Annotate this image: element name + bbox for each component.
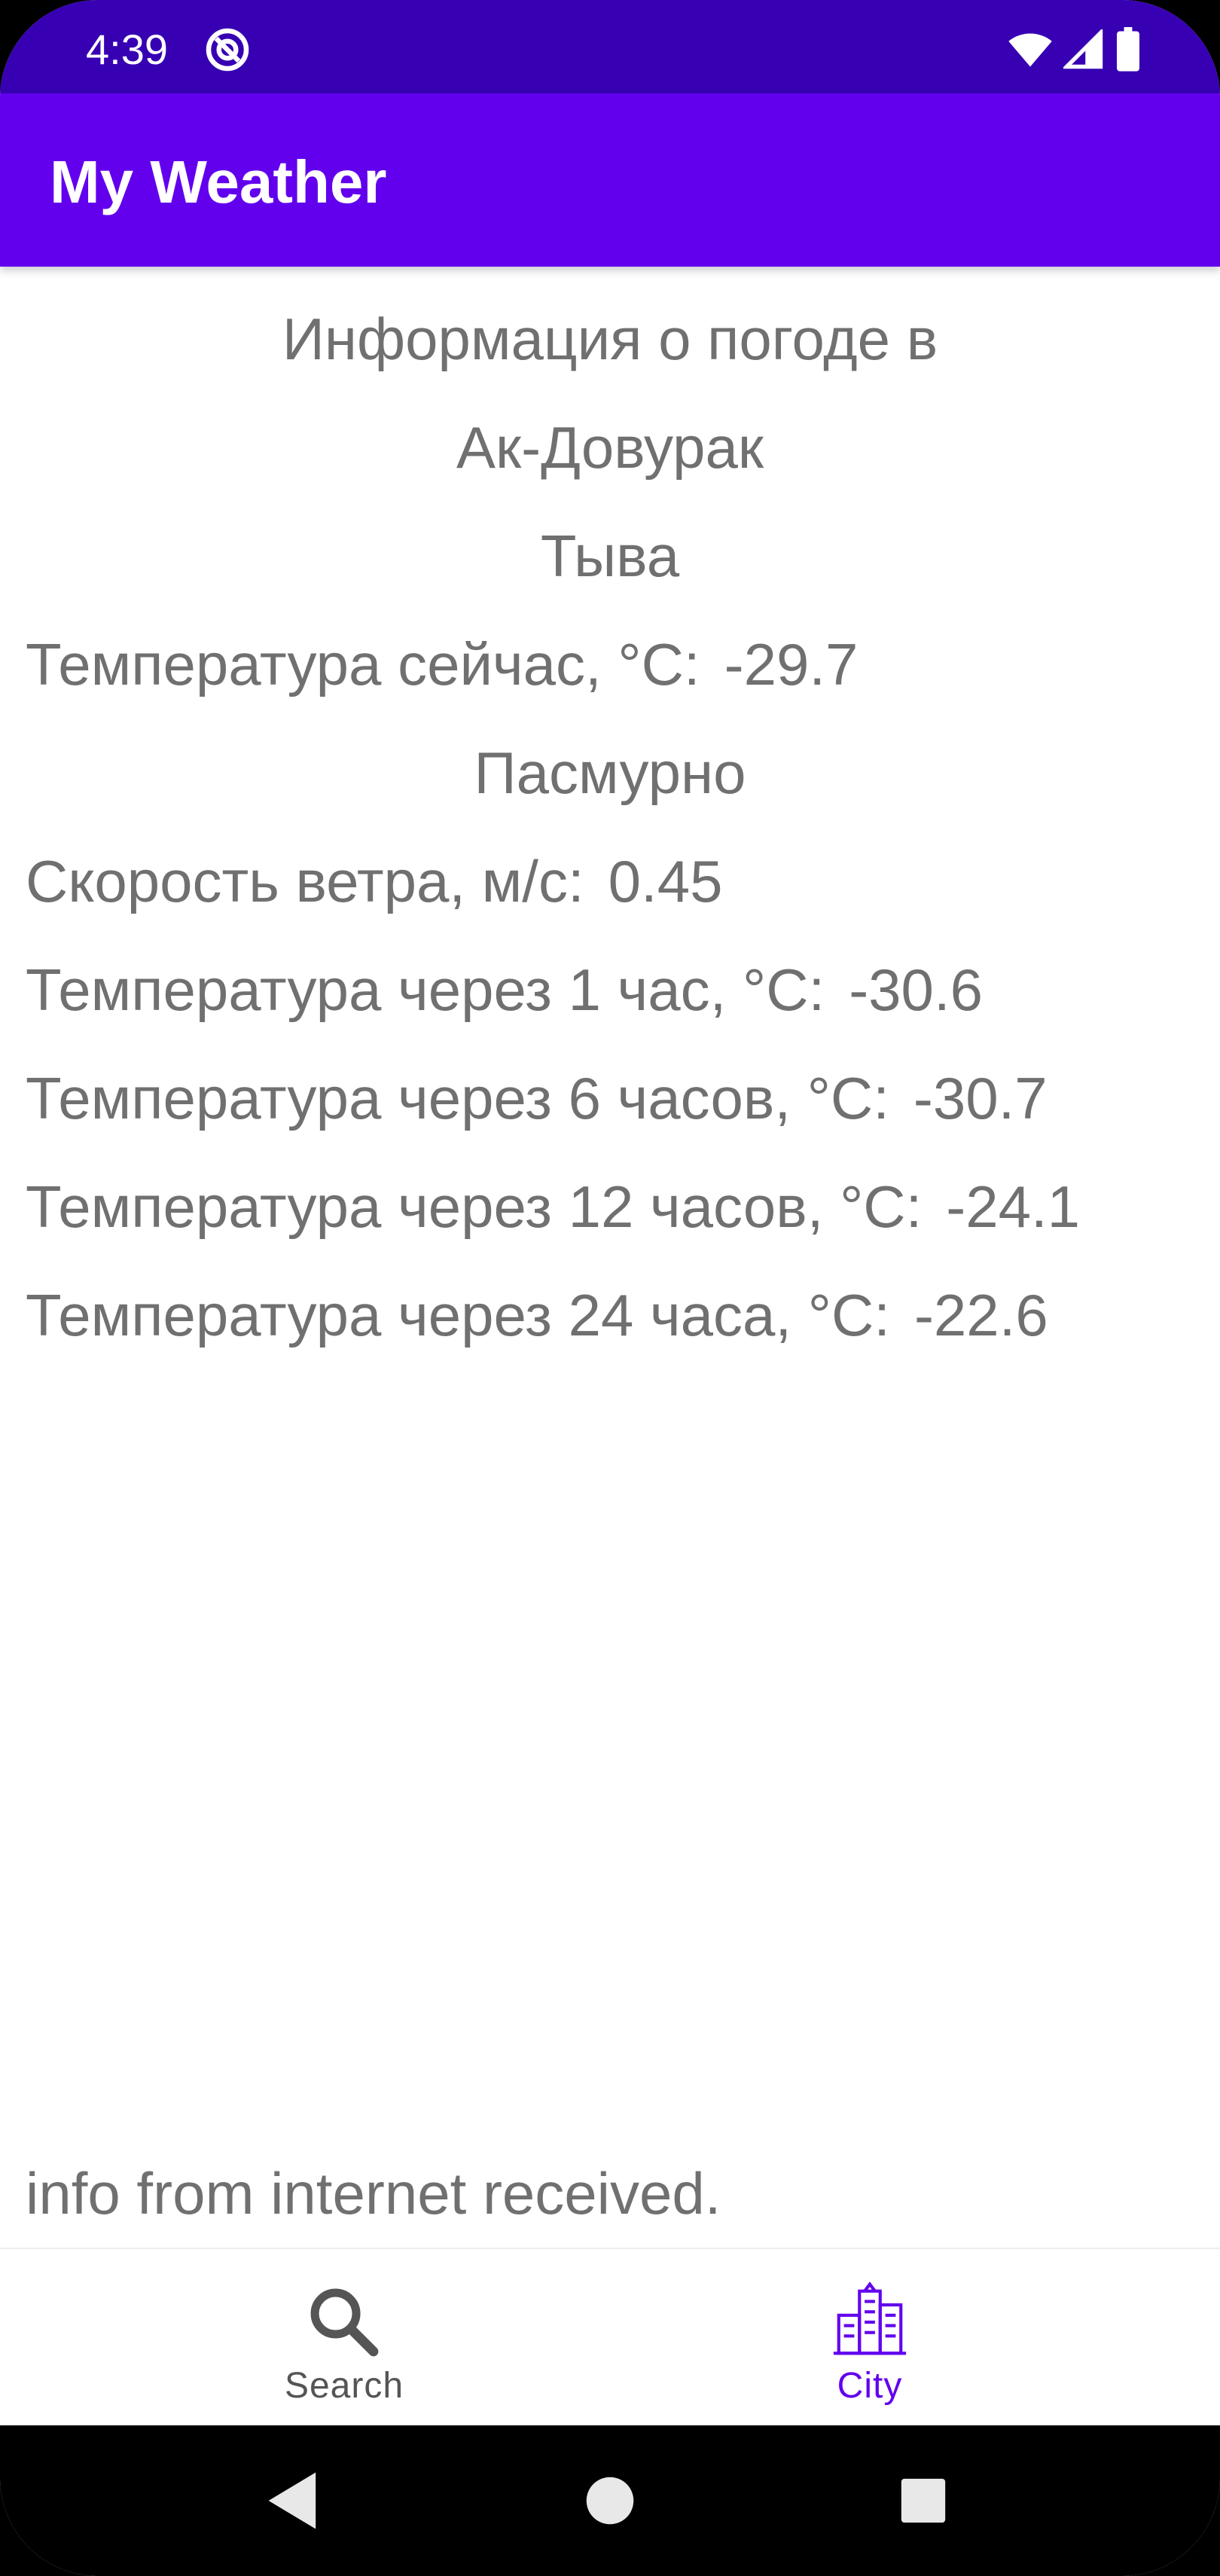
recents-icon[interactable] bbox=[886, 2463, 961, 2538]
forecast-value: -22.6 bbox=[913, 1282, 1048, 1348]
weather-condition: Пасмурно bbox=[474, 740, 746, 806]
nav-item-city[interactable]: City bbox=[565, 2249, 1175, 2427]
forecast-row: Температура через 1 час, °C: -30.6 bbox=[26, 952, 983, 1027]
forecast-label: Температура через 24 часа, °C: bbox=[26, 1282, 890, 1348]
forecast-label: Температура через 6 часов, °C: bbox=[26, 1065, 889, 1131]
signal-icon bbox=[1063, 29, 1103, 69]
home-icon[interactable] bbox=[572, 2463, 648, 2538]
app-status-icon bbox=[206, 28, 249, 72]
current-temp-value: -29.7 bbox=[724, 631, 859, 697]
status-icons bbox=[1008, 27, 1142, 72]
nav-label-city: City bbox=[837, 2366, 903, 2406]
current-temp-label: Температура сейчас, °C: bbox=[26, 631, 700, 697]
wind-speed-label: Скорость ветра, м/с: bbox=[26, 848, 584, 914]
search-icon bbox=[310, 2288, 379, 2357]
weather-info: Информация о погоде в Ак-Довурак Тыва Те… bbox=[0, 267, 1220, 2248]
phone-screen: 4:39 My Weather Информация о погоде в Ак bbox=[0, 0, 1220, 2576]
wifi-icon bbox=[1008, 33, 1052, 67]
forecast-value: -30.6 bbox=[849, 957, 983, 1023]
battery-icon bbox=[1117, 27, 1139, 72]
forecast-value: -30.7 bbox=[913, 1065, 1048, 1131]
region-name: Тыва bbox=[540, 523, 680, 589]
city-icon bbox=[833, 2281, 907, 2355]
wind-speed-row: Скорость ветра, м/с: 0.45 bbox=[26, 844, 722, 919]
current-temp-row: Температура сейчас, °C: -29.7 bbox=[26, 627, 858, 702]
forecast-value: -24.1 bbox=[946, 1174, 1081, 1240]
status-time: 4:39 bbox=[86, 26, 168, 73]
app-title: My Weather bbox=[50, 148, 387, 215]
system-navigation-bar bbox=[0, 2425, 1220, 2576]
forecast-row: Температура через 12 часов, °C: -24.1 bbox=[26, 1169, 1080, 1244]
city-name: Ак-Довурак bbox=[456, 414, 764, 481]
app-bar: My Weather bbox=[0, 93, 1220, 267]
forecast-row: Температура через 6 часов, °C: -30.7 bbox=[26, 1061, 1048, 1136]
status-bar: 4:39 bbox=[0, 0, 1220, 93]
status-message: info from internet received. bbox=[26, 2160, 721, 2227]
forecast-label: Температура через 12 часов, °C: bbox=[26, 1174, 923, 1240]
bottom-navigation: Search City bbox=[0, 2248, 1220, 2427]
forecast-label: Температура через 1 час, °C: bbox=[26, 957, 825, 1023]
nav-item-search[interactable]: Search bbox=[39, 2249, 649, 2427]
weather-header: Информация о погоде в bbox=[282, 306, 938, 372]
back-icon[interactable] bbox=[256, 2463, 331, 2538]
forecast-row: Температура через 24 часа, °C: -22.6 bbox=[26, 1277, 1048, 1353]
wind-speed-value: 0.45 bbox=[608, 848, 723, 914]
nav-label-search: Search bbox=[284, 2366, 404, 2406]
